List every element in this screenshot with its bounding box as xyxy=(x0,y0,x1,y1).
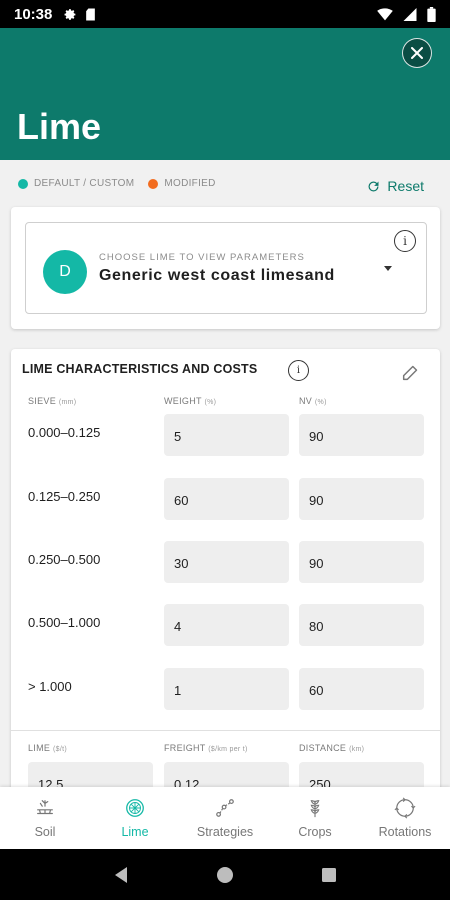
crops-icon xyxy=(310,800,320,818)
nv-header: NV (%) xyxy=(299,396,327,406)
recents-icon[interactable] xyxy=(321,867,337,883)
back-icon[interactable] xyxy=(113,866,129,884)
lime-cost-header: LIME ($/t) xyxy=(28,743,67,753)
sieve-row-label: > 1.000 xyxy=(28,679,72,694)
sieve-row-label: 0.250–0.500 xyxy=(28,552,101,567)
edit-icon[interactable] xyxy=(400,361,422,383)
sieve-row-label: 0.000–0.125 xyxy=(28,425,101,440)
section-title: LIME CHARACTERISTICS AND COSTS xyxy=(22,362,258,376)
signal-icon xyxy=(403,7,417,21)
reset-label: Reset xyxy=(387,178,424,194)
page-title: Lime xyxy=(17,106,102,147)
weight-input[interactable]: 30 xyxy=(164,541,289,583)
nav-soil[interactable]: Soil xyxy=(0,787,90,849)
modified-dot xyxy=(148,178,159,189)
lime-characteristics-card: LIME CHARACTERISTICS AND COSTS i SIEVE (… xyxy=(11,349,440,804)
app-bar: Lime xyxy=(0,28,450,160)
bottom-nav: Soil Lime Strategies Crops Rotations xyxy=(0,787,450,849)
nav-strategies[interactable]: Strategies xyxy=(180,787,270,849)
system-nav-bar xyxy=(0,849,450,900)
reset-button[interactable]: Reset xyxy=(366,178,424,194)
nav-crops-label: Crops xyxy=(298,825,332,839)
nv-input[interactable]: 90 xyxy=(299,478,424,520)
legend-default-label: DEFAULT / CUSTOM xyxy=(34,178,135,189)
rotations-icon xyxy=(394,797,416,819)
characteristics-info-icon[interactable]: i xyxy=(288,360,309,381)
refresh-icon xyxy=(368,181,379,191)
home-icon[interactable] xyxy=(216,866,234,884)
weight-input[interactable]: 1 xyxy=(164,668,289,710)
nav-strategies-label: Strategies xyxy=(196,825,254,839)
lime-icon xyxy=(126,799,144,817)
legend-modified-label: MODIFIED xyxy=(164,178,216,189)
divider xyxy=(11,730,440,731)
sieve-header: SIEVE (mm) xyxy=(28,396,77,406)
weight-input[interactable]: 60 xyxy=(164,478,289,520)
distance-header: DISTANCE (km) xyxy=(299,743,365,753)
close-button[interactable] xyxy=(402,38,432,68)
dropdown-arrow-icon xyxy=(384,266,392,271)
weight-input[interactable]: 5 xyxy=(164,414,289,456)
nav-crops[interactable]: Crops xyxy=(270,787,360,849)
lime-dropdown[interactable]: D CHOOSE LIME TO VIEW PARAMETERS Generic… xyxy=(25,222,427,314)
lime-dropdown-label: CHOOSE LIME TO VIEW PARAMETERS xyxy=(99,252,305,263)
weight-header: WEIGHT (%) xyxy=(164,396,217,406)
nv-input[interactable]: 90 xyxy=(299,541,424,583)
status-bar: 10:38 xyxy=(0,0,450,28)
status-time: 10:38 xyxy=(14,5,53,23)
sd-card-icon xyxy=(86,8,96,20)
sieve-row-label: 0.125–0.250 xyxy=(28,489,101,504)
settings-status-icon xyxy=(64,8,76,20)
battery-icon xyxy=(427,6,436,22)
soil-icon xyxy=(37,800,53,815)
nv-input[interactable]: 60 xyxy=(299,668,424,710)
default-dot xyxy=(18,178,28,189)
lime-selector-card: D CHOOSE LIME TO VIEW PARAMETERS Generic… xyxy=(11,207,440,329)
nav-rotations-label: Rotations xyxy=(378,825,432,839)
lime-avatar: D xyxy=(43,250,87,294)
lime-dropdown-value: Generic west coast limesand xyxy=(99,267,335,284)
nav-lime[interactable]: Lime xyxy=(90,787,180,849)
nav-lime-label: Lime xyxy=(121,825,149,839)
legend: DEFAULT / CUSTOM MODIFIED xyxy=(18,178,230,189)
weight-input[interactable]: 4 xyxy=(164,604,289,646)
close-icon xyxy=(411,47,423,59)
nav-rotations[interactable]: Rotations xyxy=(360,787,450,849)
nav-soil-label: Soil xyxy=(34,825,56,839)
freight-header: FREIGHT ($/km per t) xyxy=(164,743,248,753)
info-icon[interactable]: i xyxy=(394,230,416,252)
nv-input[interactable]: 90 xyxy=(299,414,424,456)
sieve-row-label: 0.500–1.000 xyxy=(28,615,101,630)
nv-input[interactable]: 80 xyxy=(299,604,424,646)
wifi-icon xyxy=(377,7,393,20)
strategies-icon xyxy=(216,799,234,817)
